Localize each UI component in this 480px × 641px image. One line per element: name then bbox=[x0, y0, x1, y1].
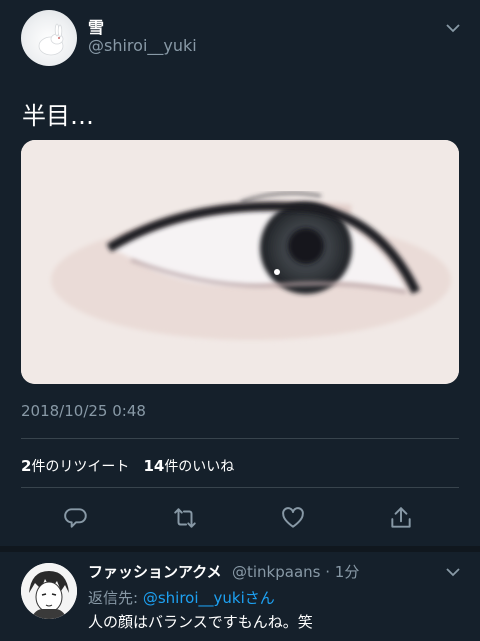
divider bbox=[21, 438, 459, 439]
retweet-count: 2 bbox=[21, 457, 32, 475]
reply-text: 人の顔はバランスですもんね。笑 bbox=[88, 613, 313, 631]
author-avatar[interactable] bbox=[21, 10, 77, 66]
like-stat[interactable]: 14件のいいね bbox=[143, 456, 234, 476]
like-count: 14 bbox=[143, 457, 165, 475]
manga-avatar-image bbox=[21, 563, 77, 619]
share-icon[interactable] bbox=[388, 505, 414, 535]
chevron-down-icon[interactable] bbox=[445, 564, 461, 584]
replying-to-link[interactable]: @shiroi__yuki bbox=[143, 589, 245, 607]
replying-to: 返信先: @shiroi__yukiさん bbox=[88, 587, 275, 608]
tweet-stats: 2件のリツイート 14件のいいね bbox=[21, 456, 234, 476]
like-label: 件のいいね bbox=[164, 459, 235, 475]
like-icon[interactable] bbox=[280, 505, 306, 535]
rabbit-avatar-image bbox=[38, 23, 64, 56]
eye-photo-image bbox=[21, 140, 459, 384]
tweet-timestamp: 2018/10/25 0:48 bbox=[21, 402, 146, 420]
reply-author-avatar[interactable] bbox=[21, 563, 77, 619]
reply-author-handle-time[interactable]: @tinkpaans · 1分 bbox=[232, 561, 359, 582]
reply-icon[interactable] bbox=[63, 505, 89, 535]
author-display-name[interactable]: 雪 bbox=[88, 14, 104, 38]
reply-author-name[interactable]: ファッションアクメ bbox=[88, 561, 222, 582]
retweet-icon[interactable] bbox=[172, 505, 198, 535]
replying-to-suffix: さん bbox=[244, 589, 275, 607]
author-handle[interactable]: @shiroi__yuki bbox=[88, 36, 197, 55]
retweet-stat[interactable]: 2件のリツイート bbox=[21, 456, 129, 476]
section-divider bbox=[0, 546, 480, 552]
divider bbox=[21, 487, 459, 488]
retweet-label: 件のリツイート bbox=[31, 459, 130, 475]
chevron-down-icon[interactable] bbox=[445, 20, 461, 40]
replying-to-prefix: 返信先: bbox=[88, 589, 143, 607]
tweet-text: 半目… bbox=[22, 102, 94, 130]
tweet-photo[interactable] bbox=[21, 140, 459, 384]
